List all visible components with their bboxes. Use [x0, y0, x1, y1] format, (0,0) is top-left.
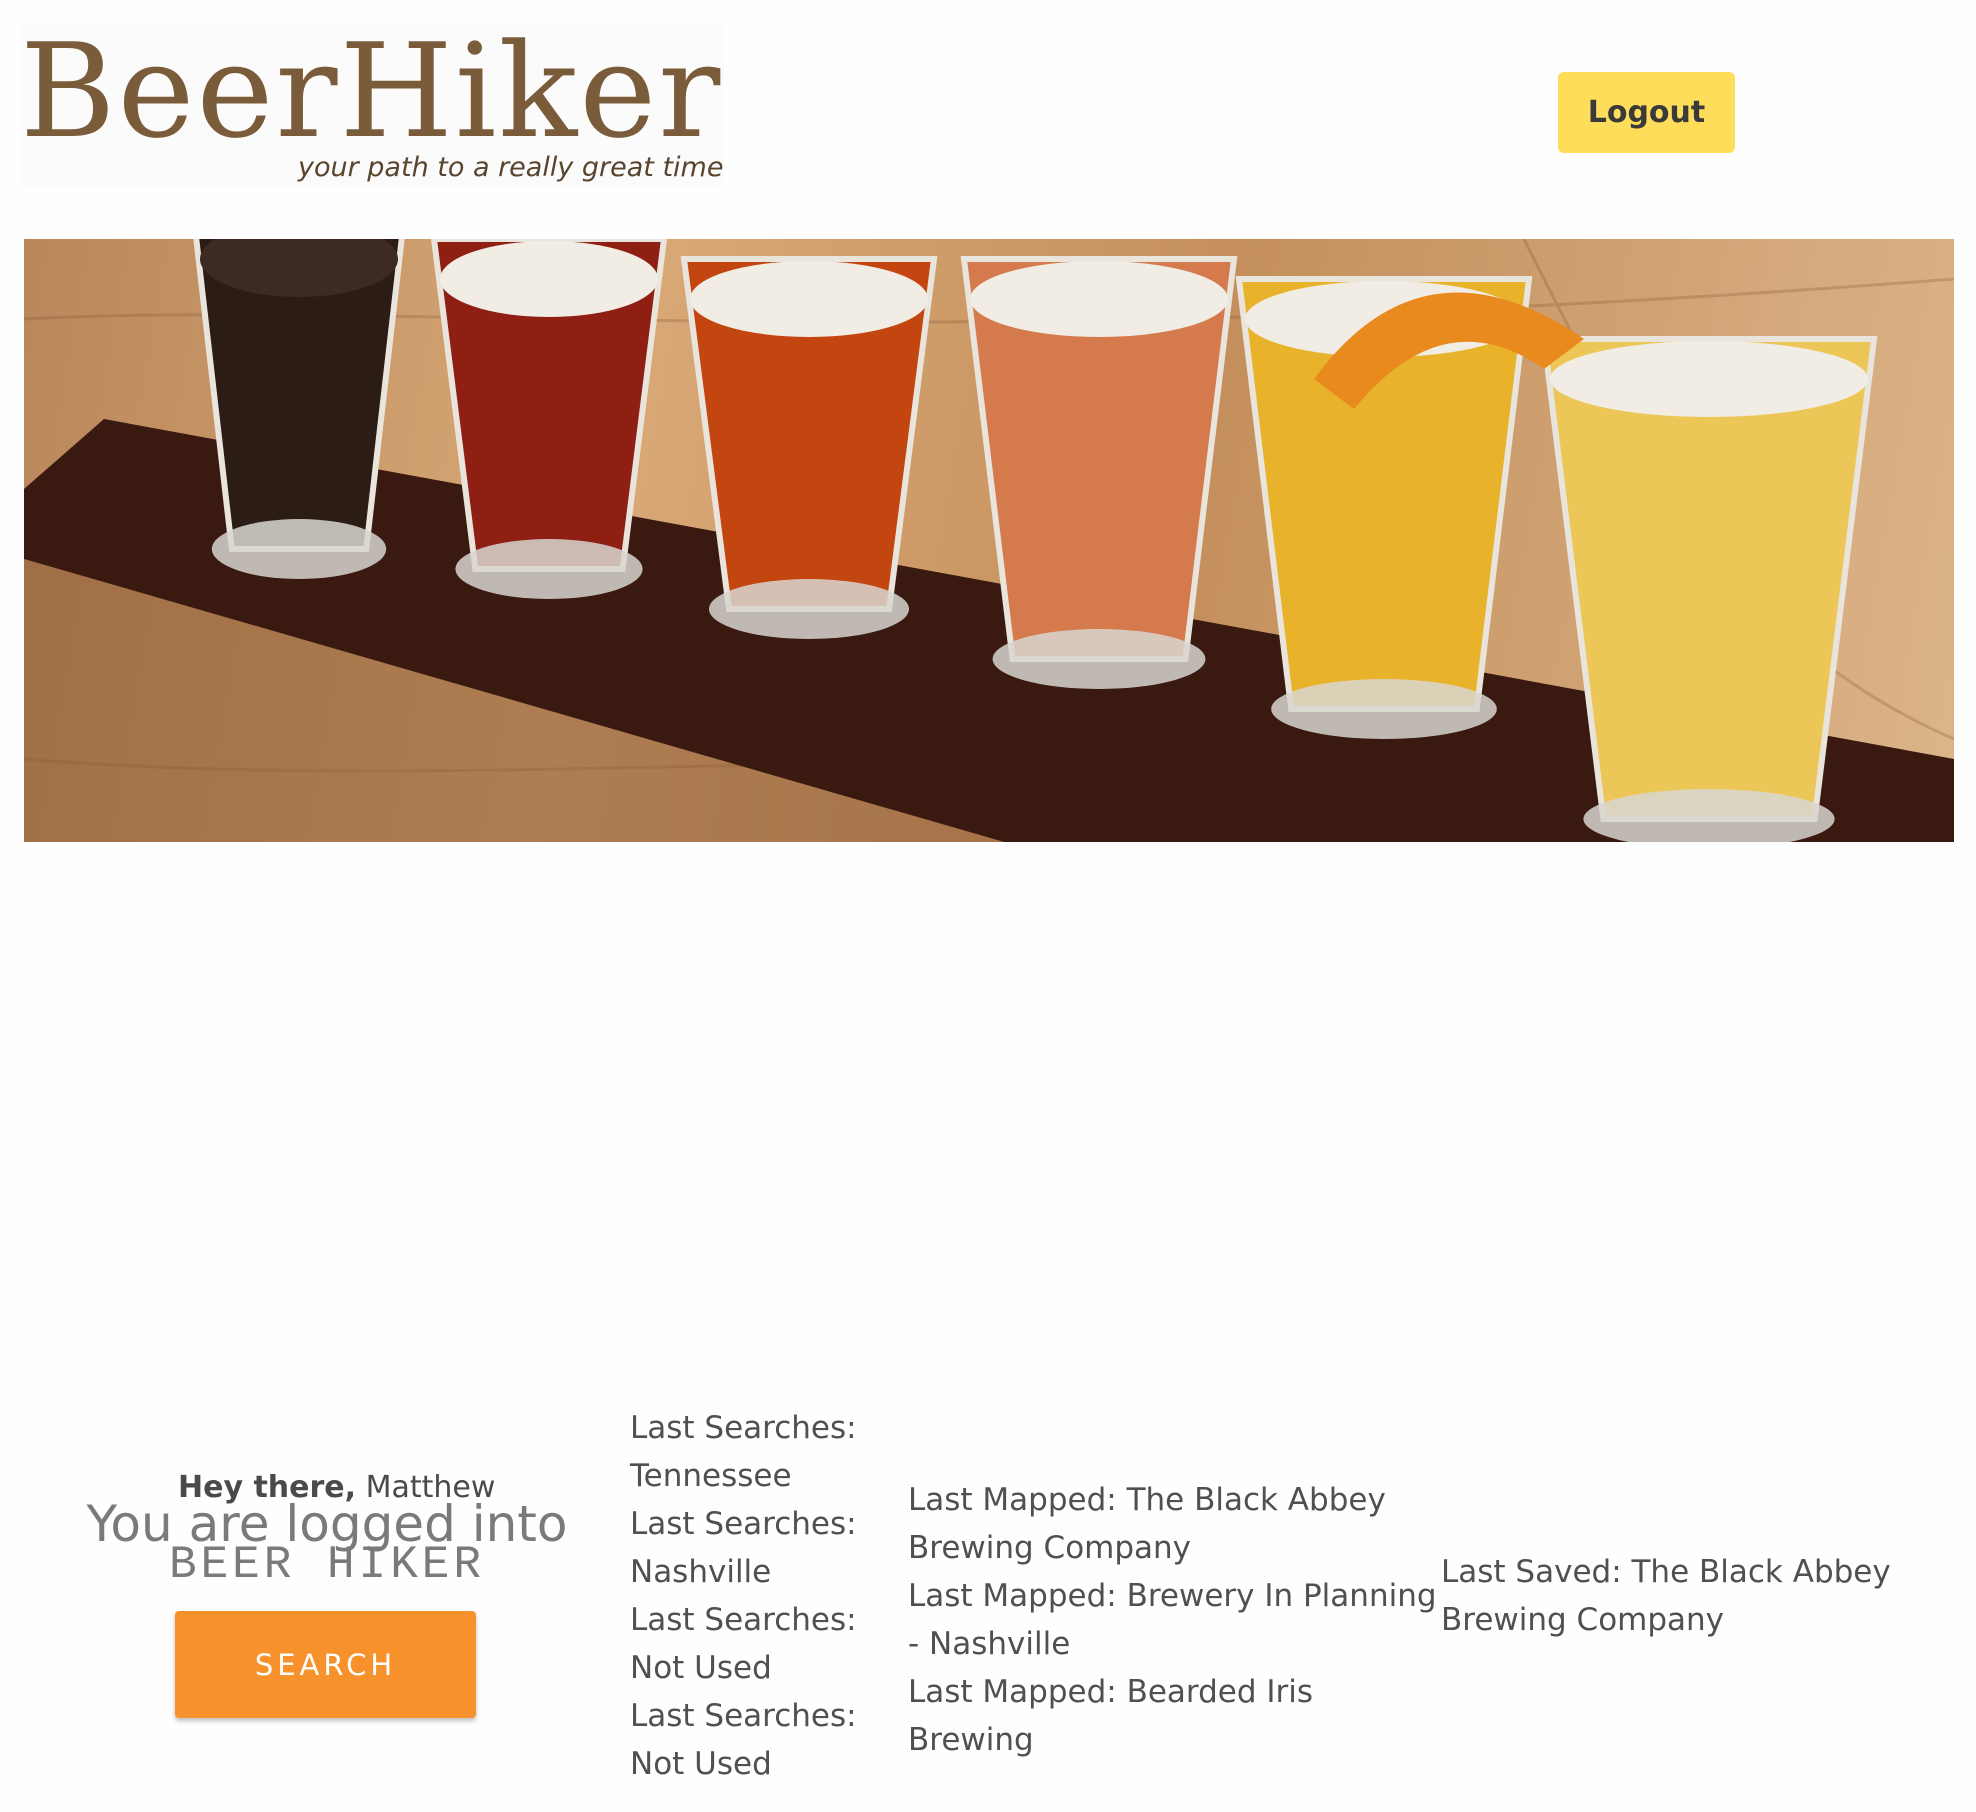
last-saved-item: Last Saved: The Black Abbey Brewing Comp…	[1441, 1554, 1891, 1638]
last-search-item: Last Searches: Not Used	[630, 1698, 857, 1782]
brand-text: BEER HIKER	[168, 1539, 486, 1591]
logo-tagline: your path to a really great time	[298, 152, 724, 183]
hero-beer-flight-image	[24, 239, 1954, 842]
last-mapped-item: Last Mapped: Brewery In Planning - Nashv…	[908, 1578, 1437, 1662]
logo-title: BeerHiker	[20, 15, 723, 167]
beerhiker-logo[interactable]: BeerHiker your path to a really great ti…	[20, 16, 724, 186]
last-mapped-list: Last Mapped: The Black Abbey Brewing Com…	[908, 1476, 1438, 1764]
last-mapped-item: Last Mapped: The Black Abbey Brewing Com…	[908, 1482, 1386, 1566]
last-saved-list: Last Saved: The Black Abbey Brewing Comp…	[1441, 1548, 1911, 1644]
search-button[interactable]: SEARCH	[175, 1611, 476, 1718]
last-search-item: Last Searches: Tennessee	[630, 1410, 857, 1494]
last-search-item: Last Searches: Nashville	[630, 1506, 857, 1590]
site-header: BeerHiker your path to a really great ti…	[0, 0, 1976, 230]
last-searches-list: Last Searches: Tennessee Last Searches: …	[630, 1404, 910, 1788]
beer-flight-illustration	[24, 239, 1954, 842]
last-search-item: Last Searches: Not Used	[630, 1602, 857, 1686]
last-mapped-item: Last Mapped: Bearded Iris Brewing	[908, 1674, 1314, 1758]
logout-button[interactable]: Logout	[1558, 72, 1735, 153]
